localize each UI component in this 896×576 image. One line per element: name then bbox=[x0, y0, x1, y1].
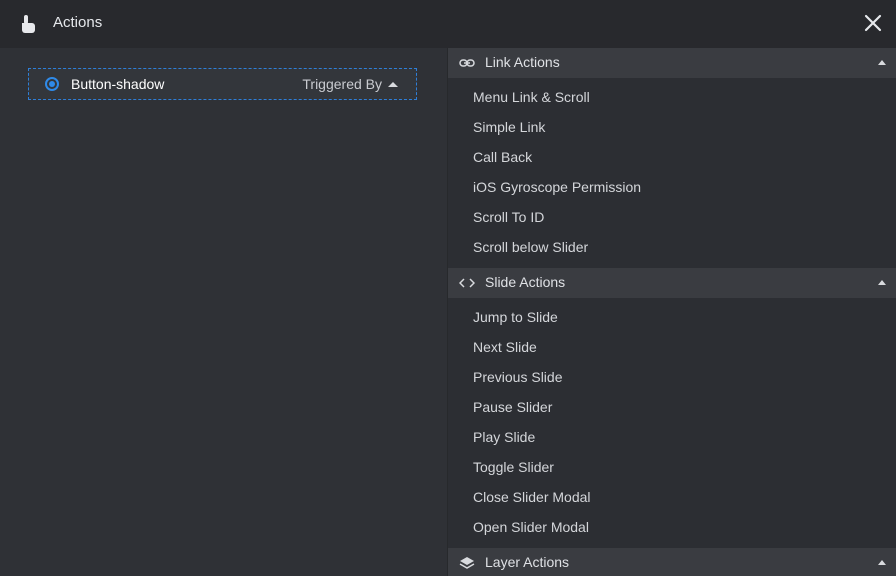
section-link-actions: Link Actions Menu Link & Scroll Simple L… bbox=[448, 48, 896, 268]
action-item[interactable]: Pause Slider bbox=[448, 392, 896, 422]
panel-title: Actions bbox=[53, 14, 103, 31]
caret-up-icon[interactable] bbox=[878, 560, 886, 565]
trigger-name: Button-shadow bbox=[71, 76, 165, 92]
trigger-row-button-shadow[interactable]: Button-shadow Triggered By bbox=[28, 68, 417, 100]
section-header-slide-actions[interactable]: Slide Actions bbox=[448, 268, 896, 298]
link-icon bbox=[459, 59, 475, 67]
code-arrows-icon bbox=[459, 278, 475, 288]
triggered-by-label[interactable]: Triggered By bbox=[302, 76, 382, 92]
section-header-layer-actions[interactable]: Layer Actions bbox=[448, 548, 896, 576]
section-label: Layer Actions bbox=[485, 554, 570, 570]
section-header-link-actions[interactable]: Link Actions bbox=[448, 48, 896, 78]
selected-radio[interactable] bbox=[45, 77, 59, 91]
section-items: Menu Link & Scroll Simple Link Call Back… bbox=[448, 78, 896, 268]
section-layer-actions: Layer Actions bbox=[448, 548, 896, 576]
action-item[interactable]: Menu Link & Scroll bbox=[448, 82, 896, 112]
action-item[interactable]: Play Slide bbox=[448, 422, 896, 452]
action-item[interactable]: iOS Gyroscope Permission bbox=[448, 172, 896, 202]
trigger-panel: Button-shadow Triggered By bbox=[0, 48, 447, 576]
caret-up-icon[interactable] bbox=[878, 280, 886, 285]
hand-pointer-icon bbox=[22, 15, 35, 33]
section-items: Jump to Slide Next Slide Previous Slide … bbox=[448, 298, 896, 548]
section-slide-actions: Slide Actions Jump to Slide Next Slide P… bbox=[448, 268, 896, 548]
action-item[interactable]: Jump to Slide bbox=[448, 302, 896, 332]
caret-up-icon[interactable] bbox=[388, 82, 398, 87]
action-item[interactable]: Simple Link bbox=[448, 112, 896, 142]
action-item[interactable]: Scroll below Slider bbox=[448, 232, 896, 262]
action-item[interactable]: Call Back bbox=[448, 142, 896, 172]
section-label: Link Actions bbox=[485, 54, 560, 70]
action-item[interactable]: Toggle Slider bbox=[448, 452, 896, 482]
layers-icon bbox=[459, 557, 475, 569]
caret-up-icon[interactable] bbox=[878, 60, 886, 65]
action-item[interactable]: Close Slider Modal bbox=[448, 482, 896, 512]
action-item[interactable]: Open Slider Modal bbox=[448, 512, 896, 542]
action-item[interactable]: Scroll To ID bbox=[448, 202, 896, 232]
actions-list-panel: Link Actions Menu Link & Scroll Simple L… bbox=[447, 48, 896, 576]
actions-header: Actions bbox=[0, 0, 896, 48]
close-icon[interactable] bbox=[862, 12, 884, 34]
action-item[interactable]: Previous Slide bbox=[448, 362, 896, 392]
action-item[interactable]: Next Slide bbox=[448, 332, 896, 362]
section-label: Slide Actions bbox=[485, 274, 566, 290]
